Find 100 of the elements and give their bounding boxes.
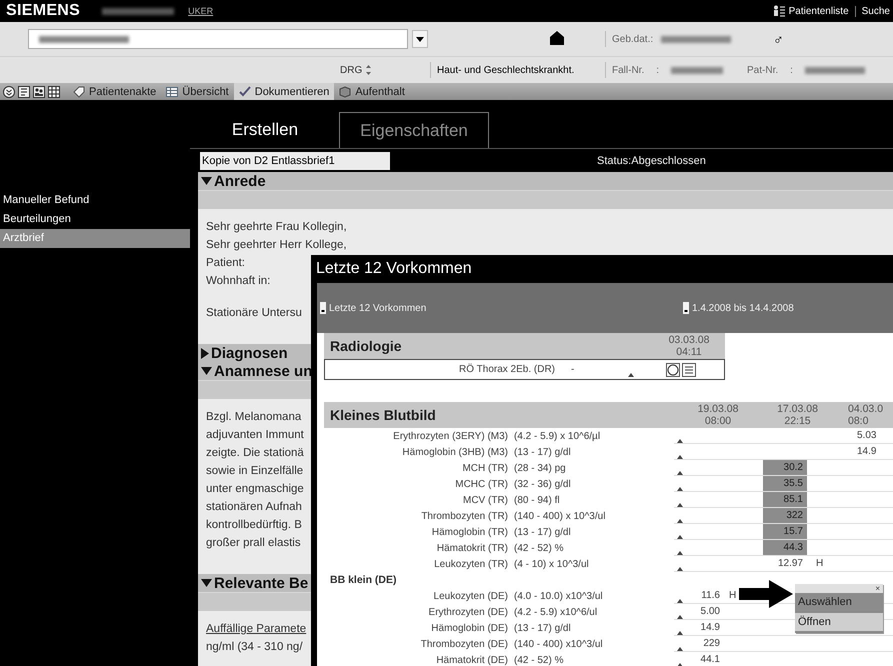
patient-number-label: Pat-Nr. [747,64,778,76]
dropdown-handle-icon[interactable] [683,302,689,314]
tab[interactable]: Eigenschaften [339,112,489,148]
grid-icon [48,86,60,98]
sidebar-item[interactable]: Manueller Befund [0,191,190,210]
blurred-text [661,36,732,42]
date-column-header: 19.03.08 08:00 [696,403,740,427]
section-title: Radiologie [329,338,403,354]
triangle-icon [677,647,683,651]
document-title-field[interactable]: Kopie von D2 Entlassbrief1 [200,152,390,170]
lab-value: 5.03 [856,430,878,441]
reference-range: (13 - 17) g/dl [514,526,572,538]
triangle-icon [677,551,683,555]
menu-item[interactable]: Öffnen [795,613,883,633]
close-button[interactable]: × [795,584,883,593]
lab-value: 14.9 [700,622,720,633]
status-text: Status:Abgeschlossen [597,154,706,166]
reference-range: (42 - 52) % [514,542,564,554]
document-text-line: Sehr geehrte Frau Kollegin, [206,220,347,235]
reference-range: (4 - 10) x 10^3/ul [514,558,590,570]
reference-range: (4.0 - 10.0) x10^3/ul [514,590,604,602]
lab-value: 85.1 [763,492,807,507]
birth-date-label: Geb.dat.: [612,34,654,44]
flag-text: H [816,558,824,569]
people-icon [33,86,45,98]
date-range-text[interactable]: 1.4.2008 bis 14.4.2008 [692,302,794,314]
test-name: Leukozyten (TR) [433,558,509,570]
sort-arrows-icon [366,65,372,75]
date-column-header: 04.03.0 08:0 [847,403,884,427]
test-name: MCHC (TR) [454,478,509,490]
uker-link[interactable]: UKER [188,6,214,16]
document-text-line: zeigte. Die stationä [206,446,304,461]
triangle-icon [677,471,683,475]
house-icon [550,30,564,44]
document-text-line: sowie in Einzelfälle [206,464,304,479]
person-list-icon [772,5,785,17]
caret-down-icon[interactable] [201,367,212,375]
reference-range: (28 - 34) pg [514,462,567,474]
caret-down-icon[interactable] [201,579,212,587]
circle-icon[interactable] [666,362,680,376]
section-header[interactable]: Anrede [198,172,893,190]
box-icon [339,86,352,98]
lab-value: 44.1 [700,654,720,665]
reference-range: (32 - 36) g/dl [514,478,572,490]
filter-text[interactable]: Letzte 12 Vorkommen [329,302,426,314]
caret-right-icon[interactable] [201,348,209,358]
triangle-icon [677,439,683,443]
blurred-text [804,66,865,74]
lab-value: 12.97 [776,557,804,571]
section-title: Kleines Blutbild [329,407,437,423]
test-name: Erythrozyten (3ERY) (M3) [392,430,509,442]
patient-list-link[interactable]: Patientenliste [788,6,849,16]
lab-value: 5.00 [700,606,720,617]
test-name: Hämoglobin (DE) [430,622,509,634]
date-column-header: 03.03.08 04:11 [668,334,710,358]
lab-value: 14.9 [856,446,878,457]
test-name: MCH (TR) [461,462,509,474]
blurred-text [671,66,724,74]
dropdown-button[interactable] [412,30,428,48]
reference-range: (140 - 400) x 10^3/ul [514,510,606,522]
list-icon[interactable] [682,362,696,376]
triangle-icon [677,503,683,507]
section-title: Relevante Be [214,574,308,592]
search-link[interactable]: Suche [862,6,890,16]
section-title: Anrede [214,172,266,190]
menu-item[interactable]: Auswählen [795,593,883,613]
document-text-line: stationären Aufnah [206,500,302,515]
dropdown-handle-icon[interactable] [320,302,326,314]
separator-text: : [790,64,793,76]
reference-range: - [570,364,576,375]
document-text-line: ng/ml (34 - 310 ng/ [206,640,303,655]
toolbar-tab[interactable]: Aufenthalt [334,83,410,100]
patient-combo-field[interactable] [28,29,408,49]
document-text-line: Patient: [206,256,245,271]
sidebar-item[interactable]: Beurteilungen [0,210,190,229]
lab-value: 30.2 [763,460,807,475]
check-icon [238,86,251,98]
caret-down-icon [416,36,424,42]
department-text: Haut- und Geschlechtskrankht. [437,64,574,76]
document-icon [18,86,30,98]
test-name: Hämatokrit (TR) [436,542,509,554]
section-title: Diagnosen [211,344,288,362]
flag-text: H [729,590,736,601]
group-title: BB klein (DE) [329,573,398,588]
triangle-icon [677,663,683,666]
caret-down-icon[interactable] [201,177,212,185]
test-name: RÖ Thorax 2Eb. (DR) [458,364,556,375]
document-link[interactable]: Auffällige Paramete [206,620,306,638]
lab-value: 322 [763,508,807,523]
toolbar-tab[interactable]: Dokumentieren [234,83,334,100]
document-text-line: Stationäre Untersu [206,306,302,321]
toolbar-tab[interactable]: Patientenakte [68,83,162,100]
test-name: Leukozyten (DE) [432,590,509,602]
section-title: Anamnese un [214,362,312,380]
triangle-icon [677,519,683,523]
test-name: Hämoglobin (3HB) (M3) [401,446,509,458]
double-chevron-icon [3,86,15,98]
case-number-label: Fall-Nr. [612,64,644,76]
triangle-icon [677,455,683,459]
toolbar-tab[interactable]: Übersicht [161,83,234,100]
